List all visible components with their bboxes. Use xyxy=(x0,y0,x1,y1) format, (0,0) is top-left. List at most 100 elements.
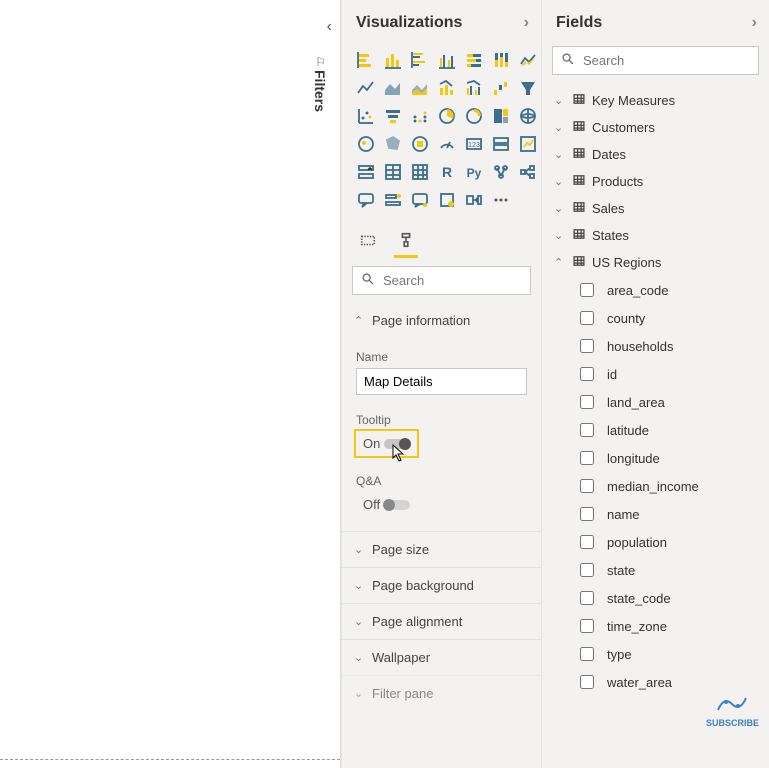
viz-gauge[interactable] xyxy=(435,132,459,156)
viz-funnel-chart[interactable] xyxy=(381,104,405,128)
collapse-filters-chevron[interactable]: ‹ xyxy=(327,18,332,36)
tooltip-switch[interactable] xyxy=(384,439,410,449)
viz-azure-map[interactable] xyxy=(408,132,432,156)
section-page-information[interactable]: ⌃ Page information xyxy=(342,303,541,338)
collapse-visualizations-chevron[interactable]: › xyxy=(524,14,529,32)
column-row[interactable]: households xyxy=(542,332,769,360)
column-checkbox[interactable] xyxy=(580,367,594,381)
viz-key-influencers[interactable] xyxy=(489,160,513,184)
viz-smart-narrative[interactable] xyxy=(381,188,405,212)
column-row[interactable]: state xyxy=(542,556,769,584)
viz-stacked-column-100[interactable] xyxy=(489,48,513,72)
column-checkbox[interactable] xyxy=(580,311,594,325)
column-row[interactable]: median_income xyxy=(542,472,769,500)
viz-slicer[interactable] xyxy=(354,160,378,184)
column-checkbox[interactable] xyxy=(580,283,594,297)
viz-clustered-bar[interactable] xyxy=(408,48,432,72)
column-checkbox[interactable] xyxy=(580,647,594,661)
column-checkbox[interactable] xyxy=(580,675,594,689)
viz-matrix[interactable] xyxy=(408,160,432,184)
column-row[interactable]: id xyxy=(542,360,769,388)
viz-waterfall[interactable] xyxy=(489,76,513,100)
column-row[interactable]: area_code xyxy=(542,276,769,304)
viz-more[interactable] xyxy=(489,188,513,212)
column-checkbox[interactable] xyxy=(580,619,594,633)
viz-stacked-bar[interactable] xyxy=(354,48,378,72)
section-wallpaper[interactable]: ⌄ Wallpaper xyxy=(342,639,541,675)
column-checkbox[interactable] xyxy=(580,339,594,353)
viz-multi-card[interactable] xyxy=(489,132,513,156)
table-row[interactable]: ⌄Key Measures xyxy=(542,87,769,114)
format-search-input[interactable] xyxy=(381,272,561,289)
column-row[interactable]: land_area xyxy=(542,388,769,416)
viz-donut[interactable] xyxy=(462,104,486,128)
table-row[interactable]: ⌄States xyxy=(542,222,769,249)
column-checkbox[interactable] xyxy=(580,451,594,465)
table-row[interactable]: ⌄Customers xyxy=(542,114,769,141)
viz-line-stacked-column[interactable] xyxy=(435,76,459,100)
fields-search[interactable] xyxy=(552,46,759,75)
format-tab[interactable] xyxy=(392,226,420,254)
viz-clustered-column[interactable] xyxy=(435,48,459,72)
viz-decomposition[interactable] xyxy=(516,160,540,184)
page-name-input[interactable] xyxy=(356,368,527,395)
tooltip-toggle[interactable]: On xyxy=(356,431,417,456)
column-checkbox[interactable] xyxy=(580,395,594,409)
viz-dot-plot[interactable] xyxy=(408,104,432,128)
viz-power-apps[interactable] xyxy=(435,188,459,212)
chevron-down-icon: ⌄ xyxy=(354,543,366,556)
column-row[interactable]: longitude xyxy=(542,444,769,472)
column-checkbox[interactable] xyxy=(580,535,594,549)
table-row[interactable]: ⌃US Regions xyxy=(542,249,769,276)
section-page-alignment[interactable]: ⌄ Page alignment xyxy=(342,603,541,639)
column-row[interactable]: type xyxy=(542,640,769,668)
viz-kpi[interactable] xyxy=(516,132,540,156)
section-page-size[interactable]: ⌄ Page size xyxy=(342,531,541,567)
viz-ribbon[interactable] xyxy=(516,48,540,72)
section-page-background[interactable]: ⌄ Page background xyxy=(342,567,541,603)
viz-stacked-area[interactable] xyxy=(408,76,432,100)
viz-filled-map[interactable] xyxy=(354,132,378,156)
viz-stacked-column[interactable] xyxy=(381,48,405,72)
viz-power-automate[interactable] xyxy=(462,188,486,212)
qa-toggle[interactable]: Off xyxy=(356,492,417,517)
viz-python[interactable]: Py xyxy=(462,160,486,184)
column-row[interactable]: county xyxy=(542,304,769,332)
viz-line[interactable] xyxy=(354,76,378,100)
viz-card[interactable]: 123 xyxy=(462,132,486,156)
viz-scatter[interactable] xyxy=(354,104,378,128)
fields-search-input[interactable] xyxy=(581,52,761,69)
viz-shape-map[interactable] xyxy=(381,132,405,156)
viz-r[interactable]: R xyxy=(435,160,459,184)
column-row[interactable]: latitude xyxy=(542,416,769,444)
viz-stacked-bar-100[interactable] xyxy=(462,48,486,72)
column-row[interactable]: name xyxy=(542,500,769,528)
viz-funnel[interactable] xyxy=(516,76,540,100)
viz-area[interactable] xyxy=(381,76,405,100)
column-checkbox[interactable] xyxy=(580,563,594,577)
column-checkbox[interactable] xyxy=(580,423,594,437)
viz-qa[interactable] xyxy=(354,188,378,212)
table-row[interactable]: ⌄Dates xyxy=(542,141,769,168)
filters-panel-label[interactable]: Filters xyxy=(312,70,328,112)
viz-table[interactable] xyxy=(381,160,405,184)
viz-pie[interactable] xyxy=(435,104,459,128)
collapse-fields-chevron[interactable]: › xyxy=(752,14,757,32)
fields-tab[interactable] xyxy=(354,226,382,254)
qa-switch[interactable] xyxy=(384,500,410,510)
viz-map[interactable] xyxy=(516,104,540,128)
column-checkbox[interactable] xyxy=(580,507,594,521)
column-row[interactable]: state_code xyxy=(542,584,769,612)
table-row[interactable]: ⌄Products xyxy=(542,168,769,195)
table-row[interactable]: ⌄Sales xyxy=(542,195,769,222)
column-row[interactable]: population xyxy=(542,528,769,556)
viz-treemap[interactable] xyxy=(489,104,513,128)
viz-line-clustered-column[interactable] xyxy=(462,76,486,100)
column-checkbox[interactable] xyxy=(580,479,594,493)
section-filter-pane[interactable]: ⌄ Filter pane xyxy=(342,675,541,711)
column-checkbox[interactable] xyxy=(580,591,594,605)
viz-paginated[interactable] xyxy=(408,188,432,212)
format-search[interactable] xyxy=(352,266,531,295)
report-canvas[interactable]: ‹ ⚐ Filters xyxy=(0,0,341,768)
column-row[interactable]: time_zone xyxy=(542,612,769,640)
